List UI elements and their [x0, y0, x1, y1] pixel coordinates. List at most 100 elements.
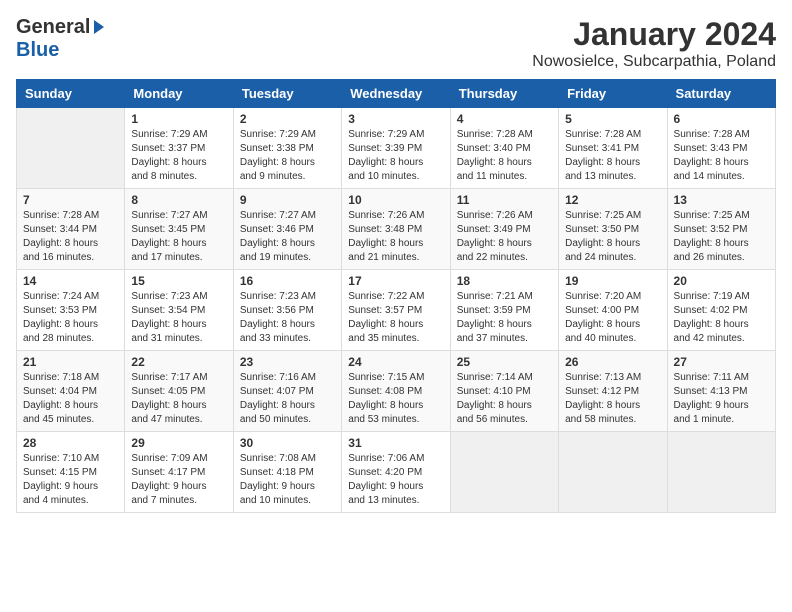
calendar-cell: 25 Sunrise: 7:14 AM Sunset: 4:10 PM Dayli… — [450, 351, 558, 432]
day-info: Sunrise: 7:28 AM Sunset: 3:43 PM Dayligh… — [674, 128, 769, 184]
calendar-cell: 4 Sunrise: 7:28 AM Sunset: 3:40 PM Daylig… — [450, 108, 558, 189]
day-info: Sunrise: 7:25 AM Sunset: 3:52 PM Dayligh… — [674, 209, 769, 265]
day-number: 3 — [348, 112, 443, 126]
calendar-cell: 23 Sunrise: 7:16 AM Sunset: 4:07 PM Dayli… — [233, 351, 341, 432]
calendar-cell: 18 Sunrise: 7:21 AM Sunset: 3:59 PM Dayli… — [450, 270, 558, 351]
day-info: Sunrise: 7:28 AM Sunset: 3:41 PM Dayligh… — [565, 128, 660, 184]
day-number: 25 — [457, 355, 552, 369]
day-number: 6 — [674, 112, 769, 126]
calendar-cell: 22 Sunrise: 7:17 AM Sunset: 4:05 PM Dayli… — [125, 351, 233, 432]
day-info: Sunrise: 7:16 AM Sunset: 4:07 PM Dayligh… — [240, 371, 335, 427]
calendar-week-row: 14 Sunrise: 7:24 AM Sunset: 3:53 PM Dayli… — [17, 270, 776, 351]
day-info: Sunrise: 7:28 AM Sunset: 3:40 PM Dayligh… — [457, 128, 552, 184]
calendar-cell: 14 Sunrise: 7:24 AM Sunset: 3:53 PM Dayli… — [17, 270, 125, 351]
day-number: 2 — [240, 112, 335, 126]
calendar-cell: 7 Sunrise: 7:28 AM Sunset: 3:44 PM Daylig… — [17, 189, 125, 270]
calendar-cell: 11 Sunrise: 7:26 AM Sunset: 3:49 PM Dayli… — [450, 189, 558, 270]
day-number: 9 — [240, 193, 335, 207]
day-header-wednesday: Wednesday — [342, 80, 450, 108]
day-info: Sunrise: 7:17 AM Sunset: 4:05 PM Dayligh… — [131, 371, 226, 427]
day-header-friday: Friday — [559, 80, 667, 108]
calendar-cell — [17, 108, 125, 189]
day-number: 13 — [674, 193, 769, 207]
day-info: Sunrise: 7:08 AM Sunset: 4:18 PM Dayligh… — [240, 452, 335, 508]
calendar-week-row: 1 Sunrise: 7:29 AM Sunset: 3:37 PM Daylig… — [17, 108, 776, 189]
calendar-cell: 3 Sunrise: 7:29 AM Sunset: 3:39 PM Daylig… — [342, 108, 450, 189]
day-number: 16 — [240, 274, 335, 288]
calendar-cell: 12Sunrise: 7:25 AM Sunset: 3:50 PM Dayli… — [559, 189, 667, 270]
day-info: Sunrise: 7:10 AM Sunset: 4:15 PM Dayligh… — [23, 452, 118, 508]
day-number: 24 — [348, 355, 443, 369]
day-number: 14 — [23, 274, 118, 288]
day-header-saturday: Saturday — [667, 80, 775, 108]
calendar-cell: 2 Sunrise: 7:29 AM Sunset: 3:38 PM Daylig… — [233, 108, 341, 189]
day-number: 7 — [23, 193, 118, 207]
logo-general-text: General — [16, 16, 90, 39]
calendar-cell: 13 Sunrise: 7:25 AM Sunset: 3:52 PM Dayli… — [667, 189, 775, 270]
day-info: Sunrise: 7:27 AM Sunset: 3:46 PM Dayligh… — [240, 209, 335, 265]
logo-arrow-icon — [94, 20, 104, 34]
day-number: 29 — [131, 436, 226, 450]
logo: General Blue — [16, 16, 104, 62]
day-number: 11 — [457, 193, 552, 207]
day-number: 15 — [131, 274, 226, 288]
day-number: 20 — [674, 274, 769, 288]
day-number: 1 — [131, 112, 226, 126]
calendar-cell: 21 Sunrise: 7:18 AM Sunset: 4:04 PM Dayli… — [17, 351, 125, 432]
calendar-cell — [559, 432, 667, 513]
calendar-cell: 30 Sunrise: 7:08 AM Sunset: 4:18 PM Dayli… — [233, 432, 341, 513]
day-number: 4 — [457, 112, 552, 126]
day-info: Sunrise: 7:23 AM Sunset: 3:54 PM Dayligh… — [131, 290, 226, 346]
day-info: Sunrise: 7:20 AM Sunset: 4:00 PM Dayligh… — [565, 290, 660, 346]
day-info: Sunrise: 7:06 AM Sunset: 4:20 PM Dayligh… — [348, 452, 443, 508]
day-info: Sunrise: 7:21 AM Sunset: 3:59 PM Dayligh… — [457, 290, 552, 346]
calendar-cell: 28 Sunrise: 7:10 AM Sunset: 4:15 PM Dayli… — [17, 432, 125, 513]
day-number: 18 — [457, 274, 552, 288]
day-info: Sunrise: 7:26 AM Sunset: 3:49 PM Dayligh… — [457, 209, 552, 265]
calendar-cell: 9 Sunrise: 7:27 AM Sunset: 3:46 PM Daylig… — [233, 189, 341, 270]
calendar-cell: 24Sunrise: 7:15 AM Sunset: 4:08 PM Dayli… — [342, 351, 450, 432]
location-text: Nowosielce, Subcarpathia, Poland — [532, 53, 776, 71]
calendar-cell: 10Sunrise: 7:26 AM Sunset: 3:48 PM Dayli… — [342, 189, 450, 270]
day-info: Sunrise: 7:29 AM Sunset: 3:39 PM Dayligh… — [348, 128, 443, 184]
day-number: 19 — [565, 274, 660, 288]
calendar-cell — [450, 432, 558, 513]
calendar-cell: 1 Sunrise: 7:29 AM Sunset: 3:37 PM Daylig… — [125, 108, 233, 189]
calendar-cell: 16Sunrise: 7:23 AM Sunset: 3:56 PM Dayli… — [233, 270, 341, 351]
calendar-week-row: 28 Sunrise: 7:10 AM Sunset: 4:15 PM Dayli… — [17, 432, 776, 513]
day-number: 26 — [565, 355, 660, 369]
calendar-cell: 29 Sunrise: 7:09 AM Sunset: 4:17 PM Dayli… — [125, 432, 233, 513]
calendar-cell: 15 Sunrise: 7:23 AM Sunset: 3:54 PM Dayli… — [125, 270, 233, 351]
day-number: 22 — [131, 355, 226, 369]
day-info: Sunrise: 7:19 AM Sunset: 4:02 PM Dayligh… — [674, 290, 769, 346]
page-header: General Blue January 2024 Nowosielce, Su… — [16, 16, 776, 71]
calendar-cell: 19 Sunrise: 7:20 AM Sunset: 4:00 PM Dayli… — [559, 270, 667, 351]
day-number: 8 — [131, 193, 226, 207]
day-info: Sunrise: 7:27 AM Sunset: 3:45 PM Dayligh… — [131, 209, 226, 265]
day-info: Sunrise: 7:14 AM Sunset: 4:10 PM Dayligh… — [457, 371, 552, 427]
day-info: Sunrise: 7:29 AM Sunset: 3:38 PM Dayligh… — [240, 128, 335, 184]
calendar-cell: 26Sunrise: 7:13 AM Sunset: 4:12 PM Dayli… — [559, 351, 667, 432]
day-info: Sunrise: 7:29 AM Sunset: 3:37 PM Dayligh… — [131, 128, 226, 184]
day-info: Sunrise: 7:28 AM Sunset: 3:44 PM Dayligh… — [23, 209, 118, 265]
day-number: 17 — [348, 274, 443, 288]
day-info: Sunrise: 7:11 AM Sunset: 4:13 PM Dayligh… — [674, 371, 769, 427]
calendar-header-row: SundayMondayTuesdayWednesdayThursdayFrid… — [17, 80, 776, 108]
day-number: 28 — [23, 436, 118, 450]
calendar-cell: 31Sunrise: 7:06 AM Sunset: 4:20 PM Dayli… — [342, 432, 450, 513]
calendar-cell: 6 Sunrise: 7:28 AM Sunset: 3:43 PM Daylig… — [667, 108, 775, 189]
day-number: 30 — [240, 436, 335, 450]
day-number: 23 — [240, 355, 335, 369]
day-info: Sunrise: 7:18 AM Sunset: 4:04 PM Dayligh… — [23, 371, 118, 427]
day-header-thursday: Thursday — [450, 80, 558, 108]
calendar-cell: 17 Sunrise: 7:22 AM Sunset: 3:57 PM Dayli… — [342, 270, 450, 351]
title-section: January 2024 Nowosielce, Subcarpathia, P… — [532, 16, 776, 71]
month-year-title: January 2024 — [532, 16, 776, 53]
day-number: 21 — [23, 355, 118, 369]
day-info: Sunrise: 7:09 AM Sunset: 4:17 PM Dayligh… — [131, 452, 226, 508]
day-info: Sunrise: 7:24 AM Sunset: 3:53 PM Dayligh… — [23, 290, 118, 346]
calendar-cell: 5Sunrise: 7:28 AM Sunset: 3:41 PM Daylig… — [559, 108, 667, 189]
calendar-cell: 8 Sunrise: 7:27 AM Sunset: 3:45 PM Daylig… — [125, 189, 233, 270]
day-info: Sunrise: 7:22 AM Sunset: 3:57 PM Dayligh… — [348, 290, 443, 346]
logo-blue-text: Blue — [16, 39, 59, 62]
